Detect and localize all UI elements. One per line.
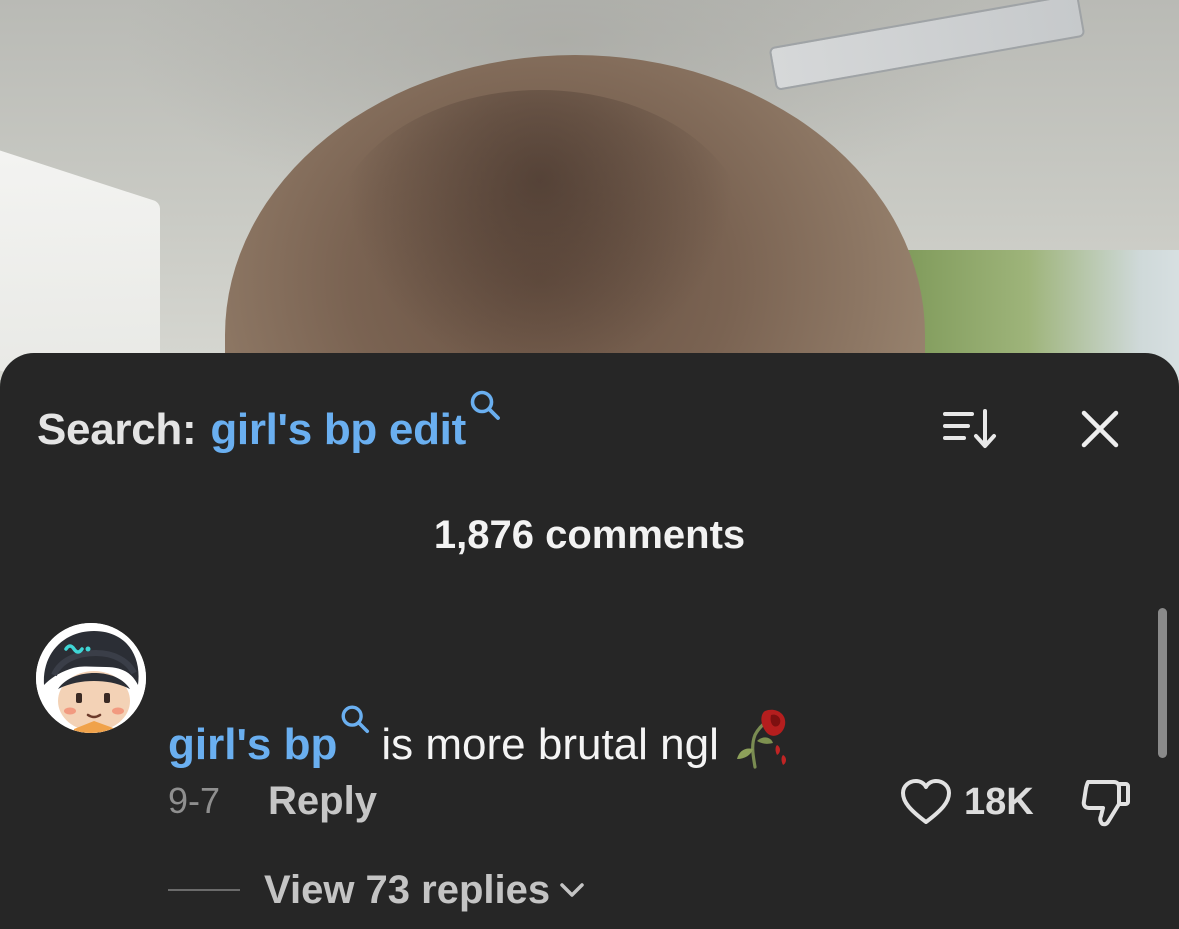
chevron-down-icon: [560, 883, 584, 897]
scrollbar[interactable]: [1158, 608, 1167, 758]
avatar[interactable]: [36, 623, 146, 733]
wilted-rose-emoji-icon: [736, 709, 786, 769]
comment-meta: 9-7 Reply: [168, 778, 377, 824]
like-count: 18K: [964, 780, 1034, 823]
video-background: [0, 0, 1179, 380]
sort-list-icon[interactable]: [942, 408, 998, 450]
comment-date: 9-7: [168, 780, 221, 821]
comment-text: girl's bp is more brutal ngl: [168, 695, 793, 769]
heart-icon[interactable]: [900, 778, 952, 826]
search-prefix: Search:: [37, 405, 197, 454]
search-icon: [470, 390, 500, 420]
comment-mention[interactable]: girl's bp: [168, 720, 337, 770]
reply-button[interactable]: Reply: [268, 779, 377, 824]
dislike-icon[interactable]: [1080, 778, 1132, 828]
search-icon[interactable]: [339, 703, 371, 735]
view-replies-button[interactable]: View 73 replies: [168, 865, 586, 915]
comment-body: is more brutal ngl: [381, 720, 719, 769]
like-group[interactable]: 18K: [900, 777, 1034, 827]
comments-sheet: Search: girl's bp edit 1,876 comments gi…: [0, 353, 1179, 929]
hair-shadow: [330, 90, 750, 380]
cartoon-avatar-icon: [36, 623, 146, 733]
close-icon[interactable]: [1078, 407, 1122, 451]
comment-count: 1,876 comments: [433, 513, 746, 557]
replies-divider: [168, 889, 240, 891]
search-query[interactable]: girl's bp edit: [210, 405, 466, 455]
view-replies-label[interactable]: View 73 replies: [264, 868, 550, 913]
search-header[interactable]: Search: girl's bp edit: [37, 390, 502, 455]
